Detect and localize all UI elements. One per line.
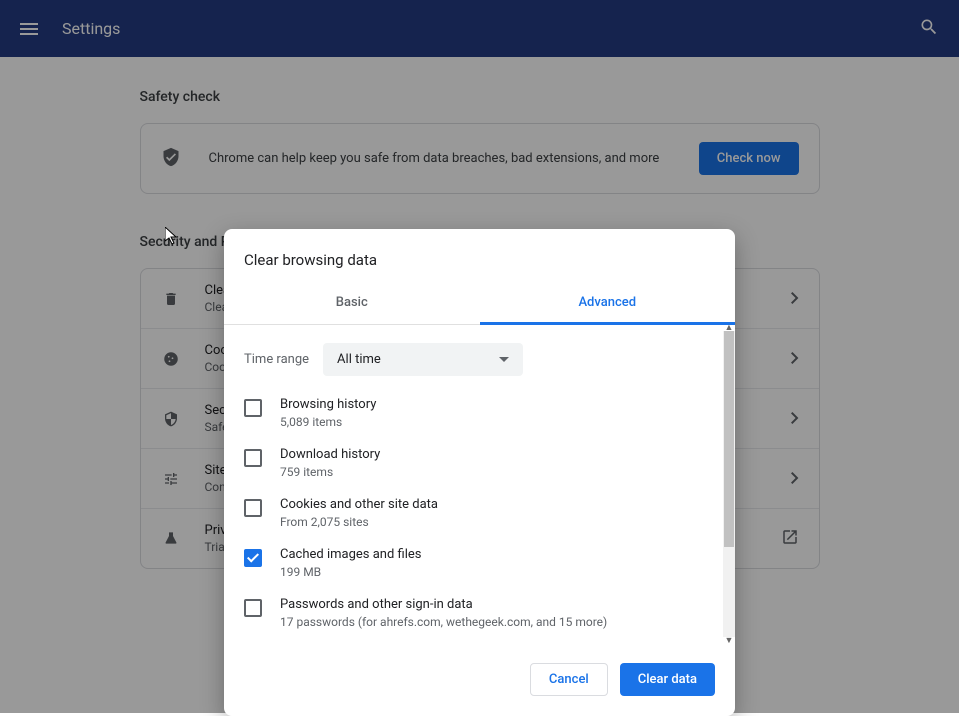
- dialog-tabs: Basic Advanced: [224, 283, 735, 325]
- caret-down-icon: [499, 357, 509, 362]
- check-title: Passwords and other sign-in data: [280, 597, 607, 612]
- time-range-value: All time: [337, 352, 381, 367]
- check-subtitle: 199 MB: [280, 565, 421, 579]
- check-row-3: Cached images and files 199 MB: [224, 538, 735, 588]
- scrollbar-thumb[interactable]: [724, 331, 734, 547]
- check-title: Cached images and files: [280, 547, 421, 562]
- cancel-button[interactable]: Cancel: [530, 663, 608, 696]
- time-range-select[interactable]: All time: [323, 343, 523, 376]
- check-row-2: Cookies and other site data From 2,075 si…: [224, 488, 735, 538]
- check-title: Browsing history: [280, 397, 376, 412]
- check-subtitle: 17 passwords (for ahrefs.com, wethegeek.…: [280, 615, 607, 629]
- scroll-down-icon[interactable]: ▼: [724, 635, 734, 643]
- check-subtitle: From 2,075 sites: [280, 515, 438, 529]
- check-subtitle: 5,089 items: [280, 415, 376, 429]
- tab-basic[interactable]: Basic: [224, 283, 480, 324]
- check-row-4: Passwords and other sign-in data 17 passw…: [224, 588, 735, 638]
- clear-data-dialog: Clear browsing data Basic Advanced Time …: [224, 229, 735, 716]
- tab-advanced[interactable]: Advanced: [480, 283, 736, 325]
- dialog-title: Clear browsing data: [224, 229, 735, 283]
- checkbox-2[interactable]: [244, 499, 262, 517]
- dialog-actions: Cancel Clear data: [224, 643, 735, 716]
- check-title: Download history: [280, 447, 380, 462]
- check-row-0: Browsing history 5,089 items: [224, 388, 735, 438]
- time-range-label: Time range: [244, 352, 309, 367]
- dialog-body: Time range All time Browsing history 5,08…: [224, 325, 735, 643]
- check-row-1: Download history 759 items: [224, 438, 735, 488]
- checkbox-0[interactable]: [244, 399, 262, 417]
- clear-data-button[interactable]: Clear data: [620, 663, 715, 696]
- time-range-row: Time range All time: [224, 325, 735, 388]
- checkbox-1[interactable]: [244, 449, 262, 467]
- check-subtitle: 759 items: [280, 465, 380, 479]
- checkbox-4[interactable]: [244, 599, 262, 617]
- checkbox-3[interactable]: [244, 549, 262, 567]
- check-row-5: Autofill form data: [224, 638, 735, 643]
- check-title: Cookies and other site data: [280, 497, 438, 512]
